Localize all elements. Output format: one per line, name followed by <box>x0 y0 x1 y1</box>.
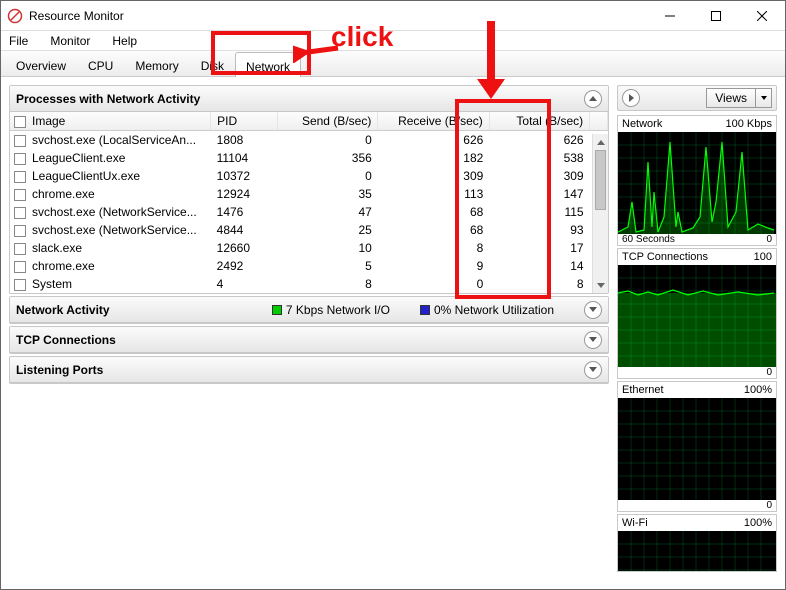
expand-icon[interactable] <box>622 89 640 107</box>
col-total[interactable]: Total (B/sec) <box>489 112 589 131</box>
col-send[interactable]: Send (B/sec) <box>278 112 378 131</box>
scroll-thumb[interactable] <box>595 150 606 210</box>
col-pid[interactable]: PID <box>211 112 278 131</box>
window-title: Resource Monitor <box>29 9 647 23</box>
table-row[interactable]: chrome.exe24925914 <box>10 257 608 275</box>
checkbox[interactable] <box>14 279 26 291</box>
section-processes-title: Processes with Network Activity <box>16 92 200 106</box>
activity-io-label: 7 Kbps Network I/O <box>286 303 390 317</box>
right-pane: Views Network100 Kbps60 Seconds0TCP Conn… <box>617 85 777 581</box>
section-listening-header[interactable]: Listening Ports <box>10 357 608 383</box>
graph-scale: 100% <box>744 517 772 529</box>
checkbox[interactable] <box>14 261 26 273</box>
section-activity-title: Network Activity <box>16 303 110 317</box>
graph-tcp-connections: TCP Connections 100 0 <box>617 248 777 379</box>
table-row[interactable]: svchost.exe (LocalServiceAn...1808062662… <box>10 131 608 150</box>
views-label: Views <box>707 91 755 105</box>
table-row[interactable]: svchost.exe (NetworkService...4844256893 <box>10 221 608 239</box>
graph-footer-left: 60 Seconds <box>622 234 675 245</box>
graph-footer-right: 0 <box>766 234 772 245</box>
swatch-blue-icon <box>420 305 430 315</box>
close-button[interactable] <box>739 1 785 31</box>
table-row[interactable]: svchost.exe (NetworkService...1476476811… <box>10 203 608 221</box>
graph-footer-right: 0 <box>766 367 772 378</box>
graph-footer-right: 0 <box>766 500 772 511</box>
section-activity-header[interactable]: Network Activity 7 Kbps Network I/O 0% N… <box>10 297 608 323</box>
col-image[interactable]: Image <box>10 112 211 131</box>
menu-help[interactable]: Help <box>108 32 141 50</box>
graph-canvas <box>618 398 776 500</box>
graph-canvas <box>618 132 776 234</box>
section-tcp-header[interactable]: TCP Connections <box>10 327 608 353</box>
graph-ethernet: Ethernet 100% 0 <box>617 381 777 512</box>
checkbox[interactable] <box>14 135 26 147</box>
graph-canvas <box>618 531 776 571</box>
graph-scale: 100% <box>744 384 772 396</box>
graph-canvas <box>618 265 776 367</box>
section-processes-header[interactable]: Processes with Network Activity <box>10 86 608 112</box>
tabs: Overview CPU Memory Disk Network <box>1 51 785 77</box>
views-button[interactable]: Views <box>706 88 772 108</box>
activity-util-label: 0% Network Utilization <box>434 303 554 317</box>
graph-title: Ethernet <box>622 384 664 396</box>
views-dropdown-icon[interactable] <box>755 89 771 107</box>
table-wrap: Image PID Send (B/sec) Receive (B/sec) T… <box>10 112 608 293</box>
section-activity: Network Activity 7 Kbps Network I/O 0% N… <box>9 296 609 324</box>
checkbox[interactable] <box>14 171 26 183</box>
left-pane: Processes with Network Activity Image PI… <box>9 85 609 581</box>
minimize-button[interactable] <box>647 1 693 31</box>
section-listening: Listening Ports <box>9 356 609 384</box>
checkbox[interactable] <box>14 153 26 165</box>
checkbox-all[interactable] <box>14 116 26 128</box>
content-area: Processes with Network Activity Image PI… <box>1 77 785 589</box>
table-row[interactable]: slack.exe1266010817 <box>10 239 608 257</box>
section-listening-title: Listening Ports <box>16 363 103 377</box>
scroll-down-icon[interactable] <box>593 277 608 293</box>
titlebar: Resource Monitor <box>1 1 785 31</box>
right-pane-header: Views <box>617 85 777 111</box>
graphs-container: Network100 Kbps60 Seconds0TCP Connection… <box>617 115 777 581</box>
graph-scale: 100 Kbps <box>726 118 772 130</box>
checkbox[interactable] <box>14 207 26 219</box>
menubar: File Monitor Help <box>1 31 785 51</box>
menu-file[interactable]: File <box>5 32 32 50</box>
tab-memory[interactable]: Memory <box>124 51 189 76</box>
maximize-button[interactable] <box>693 1 739 31</box>
section-tcp-title: TCP Connections <box>16 333 116 347</box>
table-row[interactable]: System4808 <box>10 275 608 293</box>
graph-wi-fi: Wi-Fi 100% <box>617 514 777 572</box>
checkbox[interactable] <box>14 243 26 255</box>
tab-overview[interactable]: Overview <box>5 51 77 76</box>
swatch-green-icon <box>272 305 282 315</box>
col-recv[interactable]: Receive (B/sec) <box>378 112 489 131</box>
graph-title: Wi-Fi <box>622 517 648 529</box>
chevron-down-icon[interactable] <box>584 331 602 349</box>
vertical-scrollbar[interactable] <box>592 134 608 293</box>
app-icon <box>7 8 23 24</box>
section-tcp: TCP Connections <box>9 326 609 354</box>
menu-monitor[interactable]: Monitor <box>46 32 94 50</box>
table-row[interactable]: LeagueClientUx.exe103720309309 <box>10 167 608 185</box>
graph-scale: 100 <box>754 251 772 263</box>
graph-title: TCP Connections <box>622 251 708 263</box>
checkbox[interactable] <box>14 225 26 237</box>
tab-network[interactable]: Network <box>235 52 301 77</box>
chevron-down-icon[interactable] <box>584 301 602 319</box>
chevron-down-icon[interactable] <box>584 361 602 379</box>
window: Resource Monitor File Monitor Help Overv… <box>0 0 786 590</box>
tab-disk[interactable]: Disk <box>190 51 235 76</box>
graph-title: Network <box>622 118 662 130</box>
table-row[interactable]: LeagueClient.exe11104356182538 <box>10 149 608 167</box>
process-table: Image PID Send (B/sec) Receive (B/sec) T… <box>10 112 608 293</box>
table-row[interactable]: chrome.exe1292435113147 <box>10 185 608 203</box>
tab-cpu[interactable]: CPU <box>77 51 124 76</box>
chevron-up-icon[interactable] <box>584 90 602 108</box>
section-processes: Processes with Network Activity Image PI… <box>9 85 609 294</box>
checkbox[interactable] <box>14 189 26 201</box>
graph-network: Network 100 Kbps 60 Seconds 0 <box>617 115 777 246</box>
scroll-up-icon[interactable] <box>593 134 608 150</box>
